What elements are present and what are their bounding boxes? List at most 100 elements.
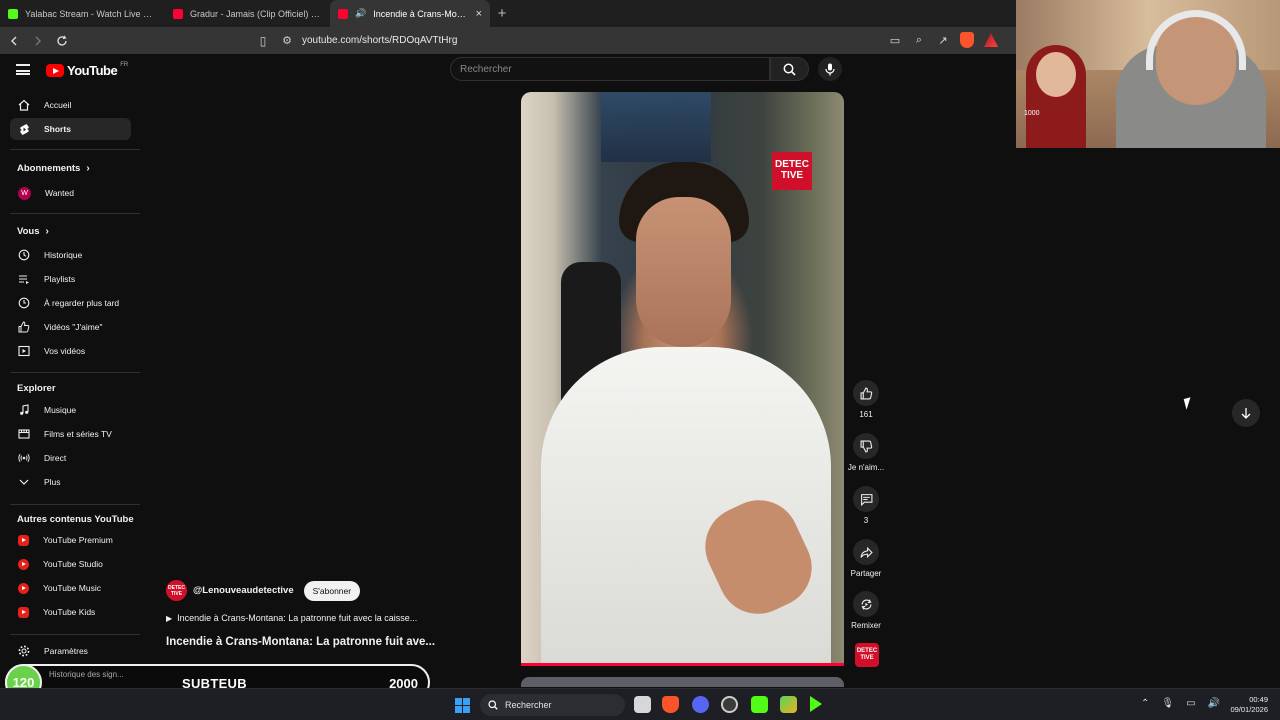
kick-app-icon[interactable] <box>751 696 768 713</box>
app-icon[interactable] <box>780 696 797 713</box>
brave-browser-icon[interactable] <box>662 696 679 713</box>
bookmark-icon[interactable]: ▯ <box>254 34 272 48</box>
sidebar-item-label: Accueil <box>44 100 72 110</box>
sidebar-item-shorts[interactable]: Shorts <box>10 118 131 140</box>
sidebar-item-label: Vos vidéos <box>44 346 86 356</box>
playlist-icon <box>18 273 30 285</box>
menu-icon[interactable] <box>16 64 30 75</box>
chevron-up-icon[interactable]: ⌃ <box>1141 698 1149 709</box>
sidebar-item-home[interactable]: Accueil <box>10 94 131 116</box>
sidebar-item-wanted[interactable]: W Wanted <box>10 182 131 204</box>
obs-icon[interactable] <box>721 696 738 713</box>
background-poster <box>601 92 711 162</box>
clock[interactable]: 00:49 09/01/2026 <box>1230 695 1268 715</box>
file-explorer-icon[interactable] <box>634 696 651 713</box>
cast-icon[interactable]: ▭ <box>888 33 902 47</box>
live-icon <box>18 452 30 464</box>
channel-handle[interactable]: @Lenouveaudetective <box>193 585 294 596</box>
comments-button[interactable]: 3 <box>846 486 886 525</box>
sidebar-item-more[interactable]: Plus <box>10 471 131 493</box>
short-video-player[interactable]: DETEC TIVE <box>521 92 844 666</box>
webcam-overlay: 1000 <box>1016 0 1280 148</box>
reload-button[interactable] <box>52 31 72 51</box>
browser-tab-kick[interactable]: Yalabac Stream - Watch Live on Kick <box>0 0 165 27</box>
dislike-button[interactable]: Je n'aim... <box>846 433 886 472</box>
tab-title: Incendie à Crans-Montana: La patronne <box>373 8 468 19</box>
sidebar-item-live[interactable]: Direct <box>10 447 131 469</box>
speaker-shirt <box>541 347 831 666</box>
network-icon[interactable]: ▭ <box>1186 698 1195 709</box>
forward-button[interactable] <box>28 31 48 51</box>
share-icon[interactable]: ↗ <box>936 33 950 47</box>
url-text[interactable]: youtube.com/shorts/RDOqAVTtHrg <box>302 35 457 46</box>
sidebar-item-playlists[interactable]: Playlists <box>10 268 131 290</box>
remix-button[interactable]: Remixer <box>846 591 886 630</box>
system-tray: ⌃ 🎙 ▭ 🔊 <box>1141 698 1220 709</box>
avatar: W <box>18 186 31 200</box>
speaker-icon: 🔊 <box>355 8 367 18</box>
sidebar-item-studio[interactable]: YouTube Studio <box>10 553 131 575</box>
search-button[interactable] <box>770 57 809 81</box>
related-video-link[interactable]: ▶ Incendie à Crans-Montana: La patronne … <box>166 613 417 623</box>
like-button[interactable]: 161 <box>846 380 886 419</box>
brave-rewards-icon[interactable] <box>984 33 998 47</box>
next-short-preview[interactable] <box>521 677 844 687</box>
search-input[interactable]: Rechercher <box>450 57 770 81</box>
new-tab-button[interactable]: + <box>490 0 514 27</box>
close-tab-icon[interactable]: × <box>476 8 482 20</box>
share-button[interactable]: Partager <box>846 539 886 578</box>
channel-sound-thumbnail[interactable]: DETEC TIVE <box>855 643 879 667</box>
share-icon <box>853 539 879 565</box>
report-history-label: Historique des sign... <box>49 670 124 679</box>
tab-title: Gradur - Jamais (Clip Officiel) - YouTub… <box>190 8 322 19</box>
search-icon <box>783 63 796 76</box>
sidebar-item-your-videos[interactable]: Vos vidéos <box>10 340 131 362</box>
related-video-title: Incendie à Crans-Montana: La patronne fu… <box>177 613 418 623</box>
youtube-logo[interactable]: YouTube FR <box>46 61 129 78</box>
video-progress-bar[interactable] <box>521 663 844 666</box>
thumb-up-icon <box>853 380 879 406</box>
divider <box>10 213 140 214</box>
sidebar-item-settings[interactable]: Paramètres <box>10 640 131 662</box>
browser-tab-incendie[interactable]: 🔊 Incendie à Crans-Montana: La patronne … <box>330 0 490 27</box>
sidebar-item-premium[interactable]: YouTube Premium <box>10 529 131 551</box>
sidebar-item-music[interactable]: Musique <box>10 399 131 421</box>
you-heading[interactable]: Vous › <box>17 226 49 237</box>
subscribe-button[interactable]: S'abonner <box>303 580 361 601</box>
speaker-face <box>636 197 731 347</box>
sidebar-item-kids[interactable]: YouTube Kids <box>10 601 131 623</box>
voice-search-button[interactable] <box>818 57 842 81</box>
browser-tab-gradur[interactable]: Gradur - Jamais (Clip Officiel) - YouTub… <box>165 0 330 27</box>
tab-title: Yalabac Stream - Watch Live on Kick <box>25 8 157 19</box>
short-title[interactable]: Incendie à Crans-Montana: La patronne fu… <box>166 636 435 648</box>
sidebar-item-watch-later[interactable]: À regarder plus tard <box>10 292 131 314</box>
sidebar-item-label: Direct <box>44 453 67 463</box>
windows-start-icon[interactable] <box>455 698 470 713</box>
microphone-icon[interactable]: 🎙 <box>1161 698 1174 709</box>
subscriptions-heading[interactable]: Abonnements › <box>17 163 90 174</box>
sidebar-item-label: À regarder plus tard <box>44 298 120 308</box>
sidebar-item-label: YouTube Music <box>43 583 101 593</box>
play-app-icon[interactable] <box>810 696 822 712</box>
taskbar-search[interactable]: Rechercher <box>480 694 625 716</box>
brave-shield-icon[interactable] <box>960 32 974 48</box>
sidebar-item-music-app[interactable]: YouTube Music <box>10 577 131 599</box>
like-count: 161 <box>859 410 873 419</box>
browser-toolbar-right: ▭ ⌕ ↗ <box>888 32 998 48</box>
sidebar-item-films[interactable]: Films et séries TV <box>10 423 131 445</box>
back-button[interactable] <box>4 31 24 51</box>
zoom-icon[interactable]: ⌕ <box>912 33 926 47</box>
site-info-icon[interactable]: ⚙ <box>278 34 296 47</box>
search-placeholder: Rechercher <box>460 63 512 75</box>
sidebar-item-label: Historique <box>44 250 83 260</box>
volume-icon[interactable]: 🔊 <box>1208 698 1220 709</box>
channel-avatar[interactable]: DETEC TIVE <box>166 580 187 601</box>
taskbar: Rechercher ⌃ 🎙 ▭ 🔊 00:49 09/01/2026 <box>0 688 1280 720</box>
sidebar-item-history[interactable]: Historique <box>10 244 131 266</box>
discord-icon[interactable] <box>692 696 709 713</box>
next-short-button[interactable] <box>1232 399 1260 427</box>
sidebar-item-label: YouTube Kids <box>43 607 96 617</box>
youtube-favicon-icon <box>338 8 348 19</box>
sidebar-item-liked-videos[interactable]: Vidéos "J'aime" <box>10 316 131 338</box>
logo-country: FR <box>120 61 129 68</box>
